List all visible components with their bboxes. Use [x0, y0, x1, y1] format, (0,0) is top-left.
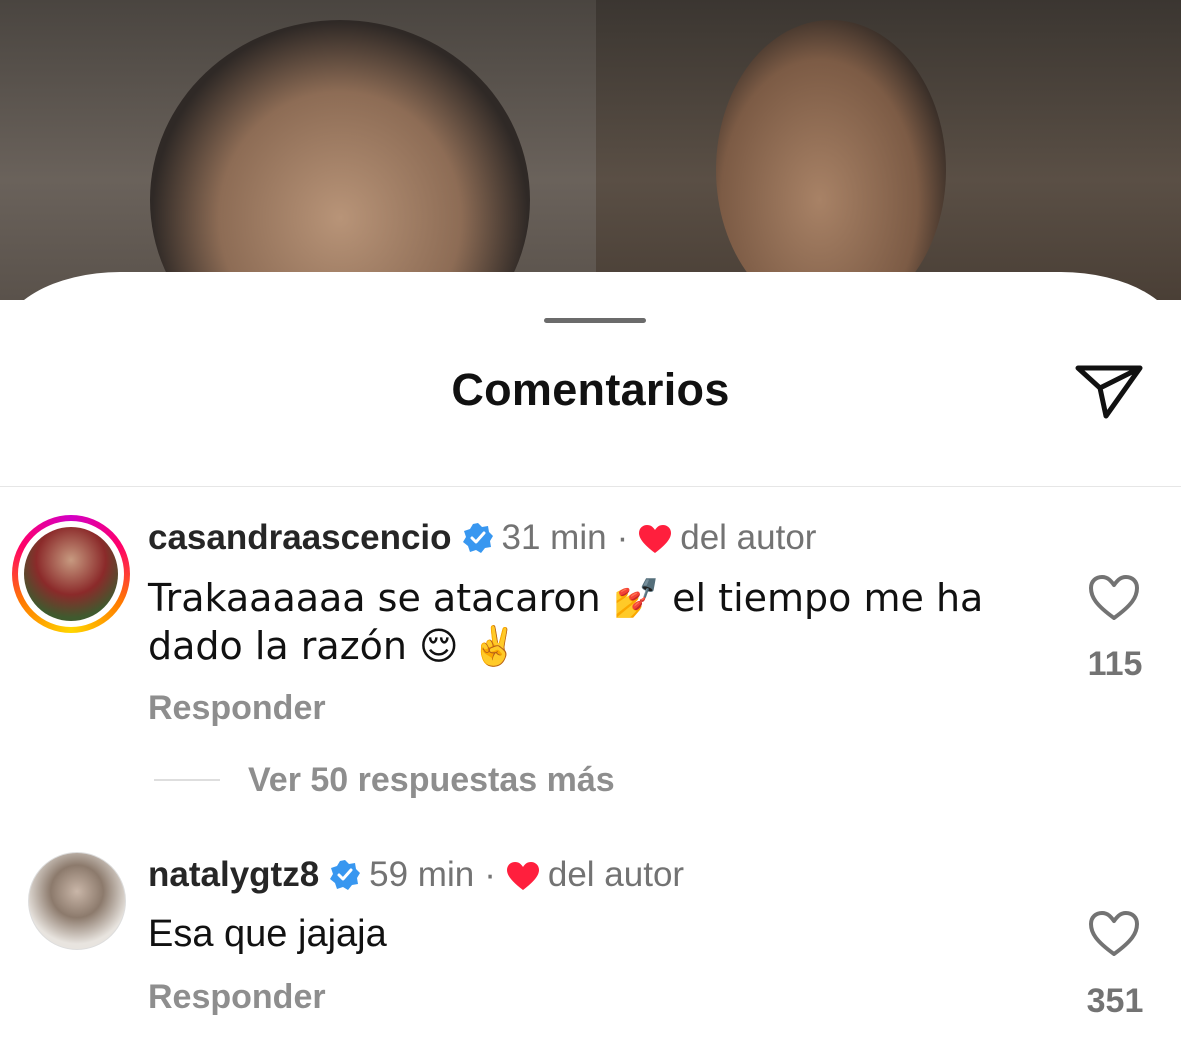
heart-icon: [506, 860, 540, 890]
share-icon[interactable]: [1072, 358, 1146, 422]
comment-text-line: dado la razón 😌 ✌️: [148, 624, 519, 668]
like-count: 115: [1087, 645, 1143, 683]
photo-right-man: [596, 0, 1181, 300]
comment-time: 59 min: [369, 855, 475, 894]
post-background-photo: [0, 0, 1181, 300]
like-heart-outline-icon[interactable]: [1088, 574, 1140, 622]
reply-button[interactable]: Responder: [148, 978, 326, 1017]
avatar[interactable]: [24, 527, 118, 621]
author-like-label: del autor: [680, 518, 817, 557]
heart-icon: [638, 523, 672, 553]
meta-separator: ·: [484, 855, 496, 894]
avatar[interactable]: [28, 852, 126, 950]
comment-text-line: Esa que jajaja: [148, 913, 387, 955]
drag-handle[interactable]: [544, 318, 646, 323]
comment-text-line: Trakaaaaaa se atacaron 💅 el tiempo me ha: [148, 576, 984, 620]
meta-separator: ·: [616, 518, 629, 557]
replies-line: [154, 779, 220, 781]
reply-button[interactable]: Responder: [148, 689, 326, 728]
view-more-replies-button[interactable]: Ver 50 respuestas más: [248, 761, 615, 800]
photo-left-woman: [0, 0, 596, 300]
author-like-label: del autor: [547, 855, 685, 894]
comment-time: 31 min: [501, 518, 607, 557]
like-heart-outline-icon[interactable]: [1088, 910, 1140, 958]
comment-username[interactable]: casandraascencio: [148, 518, 452, 558]
verified-icon: [329, 859, 361, 891]
verified-icon: [462, 522, 494, 554]
like-count: 351: [1086, 982, 1144, 1020]
header-divider: [0, 486, 1181, 487]
comment-username[interactable]: natalygtz8: [148, 855, 319, 895]
sheet-title: Comentarios: [451, 364, 730, 415]
comment-text: Trakaaaaaa se atacaron 💅 el tiempo me ha…: [148, 574, 1028, 670]
comment-text: Esa que jajaja: [148, 910, 1028, 958]
